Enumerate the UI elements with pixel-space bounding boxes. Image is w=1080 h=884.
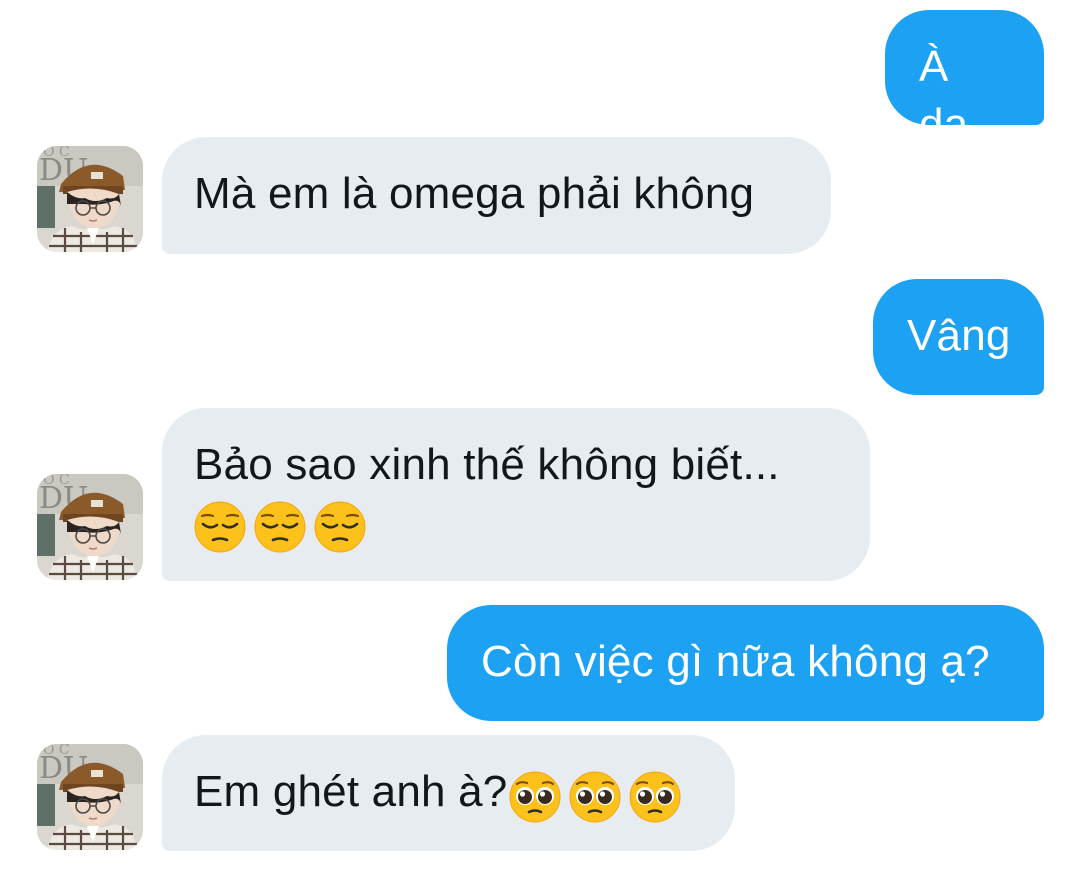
pensive-face-icon — [254, 501, 306, 553]
message-text: Còn việc gì nữa không ạ? — [481, 637, 990, 686]
message-text: Mà em là omega phải không — [194, 169, 755, 218]
outgoing-bubble[interactable]: Vâng — [873, 279, 1044, 395]
pleading-face-icon — [509, 771, 561, 823]
avatar-photo — [37, 146, 143, 252]
message-text: Vâng — [907, 311, 1011, 360]
pleading-face-icon — [569, 771, 621, 823]
avatar[interactable] — [37, 474, 143, 580]
chat-thread: À dạ Mà em là omega phải không Vâng Bảo … — [0, 0, 1080, 884]
outgoing-bubble[interactable]: Còn việc gì nữa không ạ? — [447, 605, 1044, 721]
emoji-group — [509, 765, 689, 823]
pleading-face-icon — [629, 771, 681, 823]
message-text: Bảo sao xinh thế không biết... — [194, 440, 780, 489]
message-text: À dạ — [919, 42, 969, 149]
incoming-bubble[interactable]: Em ghét anh à? — [162, 735, 735, 851]
avatar[interactable] — [37, 744, 143, 850]
pensive-face-icon — [314, 501, 366, 553]
avatar-photo — [37, 744, 143, 850]
outgoing-bubble[interactable]: À dạ — [885, 10, 1044, 149]
pensive-face-icon — [194, 501, 246, 553]
incoming-bubble[interactable]: Bảo sao xinh thế không biết... — [162, 408, 870, 581]
message-text: Em ghét anh à? — [194, 767, 508, 816]
incoming-bubble[interactable]: Mà em là omega phải không — [162, 137, 831, 254]
avatar[interactable] — [37, 146, 143, 252]
avatar-photo — [37, 474, 143, 580]
emoji-row — [194, 496, 836, 554]
